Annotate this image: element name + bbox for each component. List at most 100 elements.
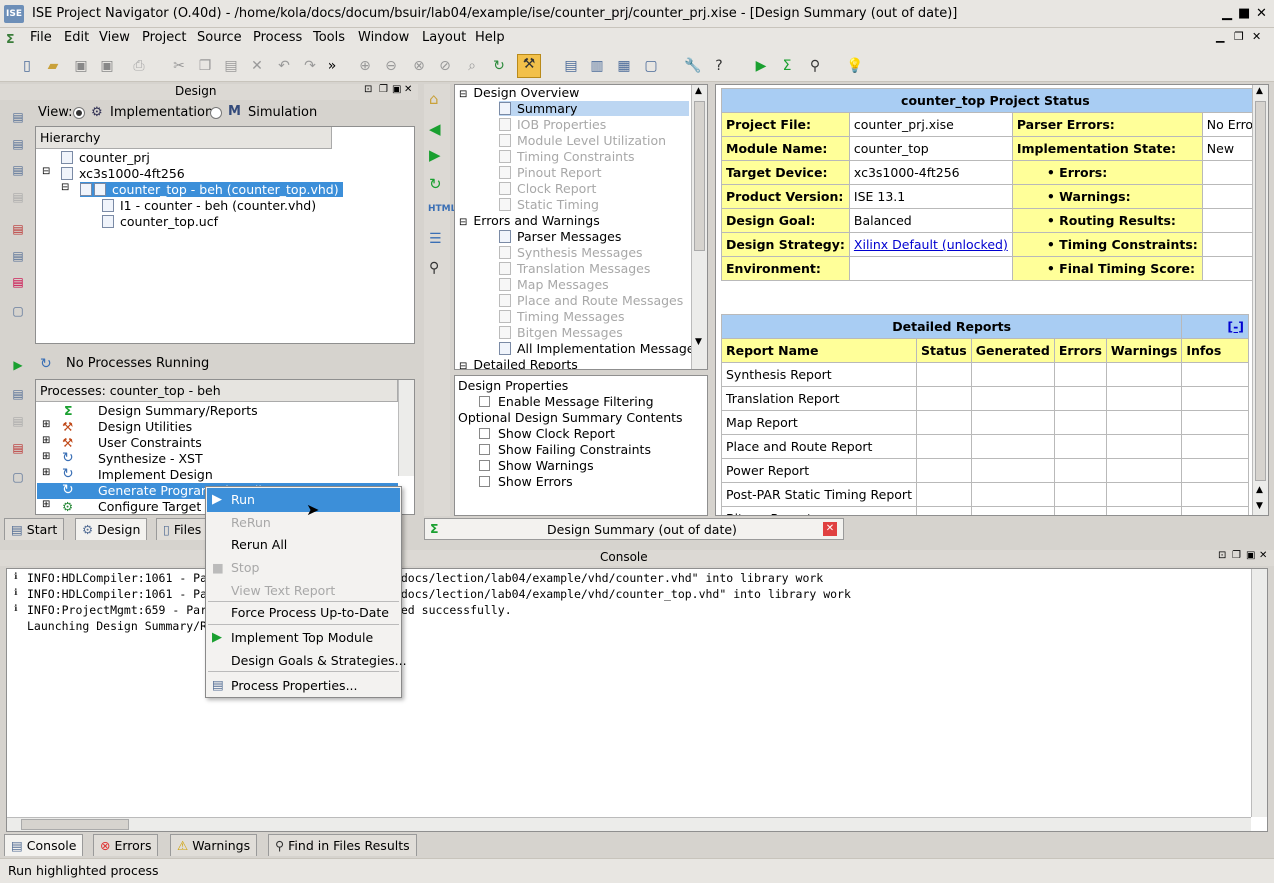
refresh-summary-icon[interactable]: ↻ <box>429 175 442 193</box>
save-icon[interactable]: ▣ <box>72 57 90 75</box>
overview-item[interactable]: Pinout Report <box>499 165 602 180</box>
overview-item[interactable]: ⊟ Detailed Reports <box>459 357 578 369</box>
panel-float-icon[interactable]: ⊡ <box>364 84 372 95</box>
collapse-toggle-icon[interactable]: ⊟ <box>459 89 467 100</box>
tab-find-results[interactable]: ⚲ Find in Files Results <box>268 834 417 856</box>
delete-icon[interactable]: ✕ <box>248 57 266 75</box>
expand-toggle-utilities[interactable]: ⊞ <box>42 419 50 430</box>
overview-item[interactable]: Bitgen Messages <box>499 325 623 340</box>
panel-icon[interactable]: ▢ <box>10 304 26 320</box>
simulation-radio[interactable] <box>210 107 222 119</box>
process-design-summary[interactable]: Design Summary/Reports <box>98 403 258 418</box>
html-icon[interactable]: HTML <box>428 204 456 214</box>
show-clock-checkbox[interactable] <box>479 428 490 439</box>
overview-item[interactable]: ⊟ Errors and Warnings <box>459 213 600 228</box>
tree-project[interactable]: counter_prj <box>61 150 150 165</box>
tree-device[interactable]: xc3s1000-4ft256 <box>61 166 185 181</box>
process-implement-design[interactable]: Implement Design <box>98 467 213 482</box>
design-summary-icon[interactable]: Σ <box>778 57 796 75</box>
rerun-icon[interactable]: ▤ <box>10 387 26 403</box>
undo-icon[interactable]: ↶ <box>275 57 293 75</box>
run-process-icon[interactable]: ▶ <box>10 358 26 374</box>
overview-item[interactable]: Map Messages <box>499 277 609 292</box>
run-icon[interactable]: ▶ <box>752 57 770 75</box>
lightbulb-icon[interactable]: 💡 <box>846 57 864 75</box>
wrench-icon[interactable]: 🔧 <box>684 57 702 75</box>
expand-toggle-constraints[interactable]: ⊞ <box>42 435 50 446</box>
design-view-icon[interactable]: ⚒ <box>517 54 541 78</box>
menu-layout[interactable]: Layout <box>422 30 466 45</box>
overview-item[interactable]: Module Level Utilization <box>499 133 666 148</box>
collapse-toggle-icon[interactable]: ⊟ <box>459 361 467 369</box>
help-context-icon[interactable]: ? <box>710 57 728 75</box>
tab-warnings[interactable]: ⚠ Warnings <box>170 834 258 856</box>
overview-item[interactable]: Timing Messages <box>499 309 625 324</box>
menu-item-force-up-to-date[interactable]: Force Process Up-to-Date <box>231 605 389 620</box>
tree-ucf[interactable]: counter_top.ucf <box>102 214 218 229</box>
zoom-selected-icon[interactable]: ⌕ <box>463 57 481 75</box>
menu-item-design-goals[interactable]: Design Goals & Strategies... <box>231 653 407 668</box>
forward-icon[interactable]: ▶ <box>429 146 441 164</box>
tab-files[interactable]: ▯ Files <box>156 518 208 540</box>
overview-item[interactable]: ⊟ Design Overview <box>459 85 579 100</box>
design-strategy-link[interactable]: Xilinx Default (unlocked) <box>854 237 1008 252</box>
check-icon[interactable]: ▤ <box>10 275 26 291</box>
menu-item-process-properties[interactable]: Process Properties... <box>231 678 357 693</box>
overview-item[interactable]: Clock Report <box>499 181 596 196</box>
overview-item[interactable]: Summary <box>499 101 689 116</box>
overview-item[interactable]: All Implementation Messages <box>499 341 701 356</box>
tab-console[interactable]: ▤ Console <box>4 834 84 856</box>
back-icon[interactable]: ◀ <box>429 120 441 138</box>
menu-process[interactable]: Process <box>253 30 302 45</box>
stop-icon[interactable]: ▤ <box>10 441 26 457</box>
show-failing-checkbox[interactable] <box>479 444 490 455</box>
telescope-icon[interactable]: ⚲ <box>806 57 824 75</box>
process-synthesize[interactable]: Synthesize - XST <box>98 451 203 466</box>
show-errors-checkbox[interactable] <box>479 476 490 487</box>
console-maximize-icon[interactable]: ▣ <box>1246 550 1255 561</box>
maximize-icon[interactable]: ■ <box>1238 6 1250 21</box>
design-summary-doc-tab[interactable]: Σ Design Summary (out of date) ✕ <box>424 518 844 540</box>
overview-item[interactable]: Synthesis Messages <box>499 245 643 260</box>
process-user-constraints[interactable]: User Constraints <box>98 435 202 450</box>
tile-vertical-icon[interactable]: ▦ <box>615 57 633 75</box>
tab-errors[interactable]: ⊗ Errors <box>93 834 159 856</box>
tab-start[interactable]: ▤ Start <box>4 518 65 540</box>
menu-item-stop[interactable]: Stop <box>231 560 259 575</box>
enable-filtering-checkbox[interactable] <box>479 396 490 407</box>
new-source-icon[interactable]: ▤ <box>10 163 26 179</box>
copy-icon[interactable]: ❐ <box>196 57 214 75</box>
remove-icon[interactable]: ▤ <box>10 222 26 238</box>
list-icon[interactable]: ☰ <box>429 231 442 247</box>
add-copy-icon[interactable]: ▤ <box>10 137 26 153</box>
panel2-icon[interactable]: ▢ <box>10 470 26 486</box>
binoculars-icon[interactable]: ⚲ <box>429 260 439 276</box>
rerun-all-icon[interactable]: ▤ <box>10 414 26 430</box>
menu-item-run[interactable]: Run <box>231 492 255 507</box>
redo-icon[interactable]: ↷ <box>301 57 319 75</box>
implementation-radio[interactable] <box>73 107 85 119</box>
tab-design[interactable]: ⚙ Design <box>75 518 148 540</box>
overview-item[interactable]: Parser Messages <box>499 229 621 244</box>
window-icon[interactable]: ▢ <box>642 57 660 75</box>
overview-item[interactable]: Translation Messages <box>499 261 650 276</box>
menu-project[interactable]: Project <box>142 30 186 45</box>
enable-filtering-option[interactable]: Enable Message Filtering <box>479 394 654 409</box>
menu-tools[interactable]: Tools <box>313 30 345 45</box>
show-clock-option[interactable]: Show Clock Report <box>479 426 615 441</box>
console-hscrollbar[interactable] <box>7 817 1251 831</box>
mdi-restore-icon[interactable]: ❐ <box>1234 30 1244 43</box>
panel-restore-icon[interactable]: ❐ <box>379 84 388 95</box>
more-icon[interactable]: » <box>323 57 341 75</box>
cut-icon[interactable]: ✂ <box>170 57 188 75</box>
overview-scrollbar[interactable]: ▲ ▼ <box>691 85 707 369</box>
zoom-in-icon[interactable]: ⊕ <box>356 57 374 75</box>
menu-item-implement-top[interactable]: Implement Top Module <box>231 630 373 645</box>
expand-toggle-top[interactable]: ⊟ <box>61 182 69 193</box>
save-all-icon[interactable]: ▣ <box>98 57 116 75</box>
mdi-minimize-icon[interactable]: ▁ <box>1216 30 1224 43</box>
overview-item[interactable]: Static Timing <box>499 197 599 212</box>
zoom-fit-icon[interactable]: ⊘ <box>436 57 454 75</box>
doc-tab-close-icon[interactable]: ✕ <box>823 522 837 536</box>
overview-item[interactable]: IOB Properties <box>499 117 606 132</box>
